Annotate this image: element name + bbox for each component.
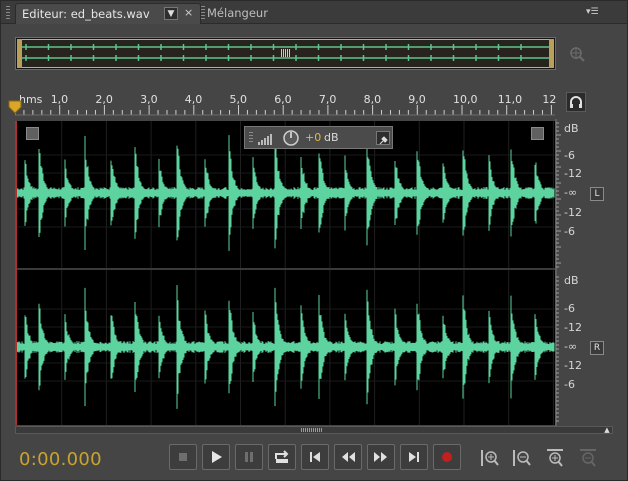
time-ruler[interactable]: hms 1,0 2,0 3,0 4,0 5,0 6,0 7,0 8,0 9,0 10,0 11,0 1… xyxy=(15,89,560,119)
level-icon xyxy=(258,134,272,145)
play-icon xyxy=(212,451,222,463)
db-label-left-1: -6 xyxy=(564,149,575,162)
db-label-left-0: dB xyxy=(564,122,579,135)
play-button[interactable] xyxy=(202,444,230,470)
pause-icon xyxy=(245,452,253,462)
zoom-in-time-button[interactable] xyxy=(544,447,566,469)
record-icon xyxy=(442,452,452,462)
ruler-tick-label: 10,0 xyxy=(453,93,478,106)
overview-left-handle[interactable] xyxy=(17,39,22,68)
rewind-icon xyxy=(342,452,355,462)
channel-right-button[interactable]: R xyxy=(590,341,604,355)
skip-end-icon xyxy=(409,452,419,462)
ruler-tick-label: 11,0 xyxy=(498,93,523,106)
db-label-right-0: dB xyxy=(564,274,579,287)
waveform-canvas xyxy=(17,121,555,425)
stop-icon xyxy=(179,453,187,461)
loop-button[interactable] xyxy=(268,444,296,470)
rewind-button[interactable] xyxy=(334,444,362,470)
tab-mixer[interactable]: Mélangeur xyxy=(207,6,268,20)
skip-start-icon xyxy=(310,452,320,462)
horizontal-scrollbar[interactable]: ▲ xyxy=(15,426,613,434)
ruler-tick-label: 4,0 xyxy=(185,93,203,106)
tab-close-icon[interactable]: × xyxy=(184,6,193,19)
volume-unit: dB xyxy=(324,131,339,144)
loop-icon xyxy=(275,450,289,463)
zoom-out-amplitude-icon xyxy=(513,450,531,466)
zoom-in-time-icon xyxy=(547,449,563,467)
db-label-right-2: -12 xyxy=(564,321,582,334)
overview-selection[interactable] xyxy=(17,39,554,68)
volume-knob-icon[interactable] xyxy=(282,129,300,147)
scroll-arrow-icon[interactable]: ▲ xyxy=(602,426,612,434)
hud-grip[interactable] xyxy=(249,132,253,144)
go-to-start-button[interactable] xyxy=(301,444,329,470)
ruler-tick-label: 5,0 xyxy=(230,93,248,106)
ruler-tick-label: 9,0 xyxy=(408,93,426,106)
db-label-right-3: -∞ xyxy=(564,340,578,353)
corner-toggle-left[interactable] xyxy=(26,127,39,140)
ruler-tick-label: 1,0 xyxy=(51,93,68,106)
ruler-tick-label: 8,0 xyxy=(364,93,382,106)
fast-forward-button[interactable] xyxy=(367,444,395,470)
scroll-thumb[interactable] xyxy=(301,428,323,432)
ruler-tick-label: 2,0 xyxy=(95,93,113,106)
tab-bar: Editeur: ed_beats.wav ▼ × Mélangeur ▾☰ xyxy=(1,1,627,24)
zoom-in-amplitude-icon xyxy=(481,450,499,466)
db-label-left-5: -6 xyxy=(564,225,575,238)
editor-panel: Editeur: ed_beats.wav ▼ × Mélangeur ▾☰ h… xyxy=(0,0,628,481)
db-label-left-4: -12 xyxy=(564,206,582,219)
overview-drag-handle[interactable] xyxy=(281,49,291,57)
ruler-tick-label: 3,0 xyxy=(140,93,158,106)
corner-toggle-right[interactable] xyxy=(531,127,544,140)
tab-editor[interactable]: Editeur: ed_beats.wav ▼ × xyxy=(15,3,201,24)
stop-button[interactable] xyxy=(169,444,197,470)
db-label-left-2: -12 xyxy=(564,167,582,180)
db-label-right-1: -6 xyxy=(564,302,575,315)
go-to-end-button[interactable] xyxy=(400,444,428,470)
volume-value[interactable]: +0 xyxy=(305,131,321,144)
zoom-out-amplitude-button[interactable] xyxy=(511,447,533,469)
db-label-left-3: -∞ xyxy=(564,186,578,199)
overview-navigator[interactable] xyxy=(15,37,556,70)
ruler-tick-label: 7,0 xyxy=(319,93,337,106)
panel-grip-mixer[interactable] xyxy=(201,6,205,19)
zoom-out-time-icon xyxy=(580,449,596,467)
ruler-tick-label: 6,0 xyxy=(274,93,292,106)
tab-editor-label: Editeur: ed_beats.wav xyxy=(22,7,150,21)
zoom-out-time-button[interactable] xyxy=(577,447,599,469)
db-label-right-5: -6 xyxy=(564,378,575,391)
headphone-icon[interactable] xyxy=(566,92,586,112)
ruler-ticks: 1,0 2,0 3,0 4,0 5,0 6,0 7,0 8,0 9,0 10,0 11,0 12 xyxy=(15,93,556,116)
channel-left-button[interactable]: L xyxy=(590,187,604,201)
panel-menu-icon[interactable]: ▾☰ xyxy=(586,7,604,18)
volume-hud: +0 dB xyxy=(244,126,393,149)
ruler-tick-label: 12 xyxy=(542,93,556,106)
zoom-icon[interactable] xyxy=(567,44,587,64)
zoom-in-amplitude-button[interactable] xyxy=(479,447,501,469)
db-scale: dB -6 -12 -∞ -12 -6 dB -6 -12 -∞ -12 -6 xyxy=(555,119,611,427)
fast-forward-icon xyxy=(374,452,387,462)
db-label-right-4: -12 xyxy=(564,359,582,372)
playhead-marker[interactable] xyxy=(8,99,22,114)
record-button[interactable] xyxy=(433,444,461,470)
time-display[interactable]: 0:00.000 xyxy=(19,449,102,470)
waveform-display[interactable] xyxy=(15,121,555,425)
pause-button[interactable] xyxy=(235,444,263,470)
overview-right-handle[interactable] xyxy=(549,39,554,68)
file-dropdown-button[interactable]: ▼ xyxy=(164,7,178,20)
pin-icon[interactable] xyxy=(376,131,390,145)
panel-grip[interactable] xyxy=(6,6,10,19)
